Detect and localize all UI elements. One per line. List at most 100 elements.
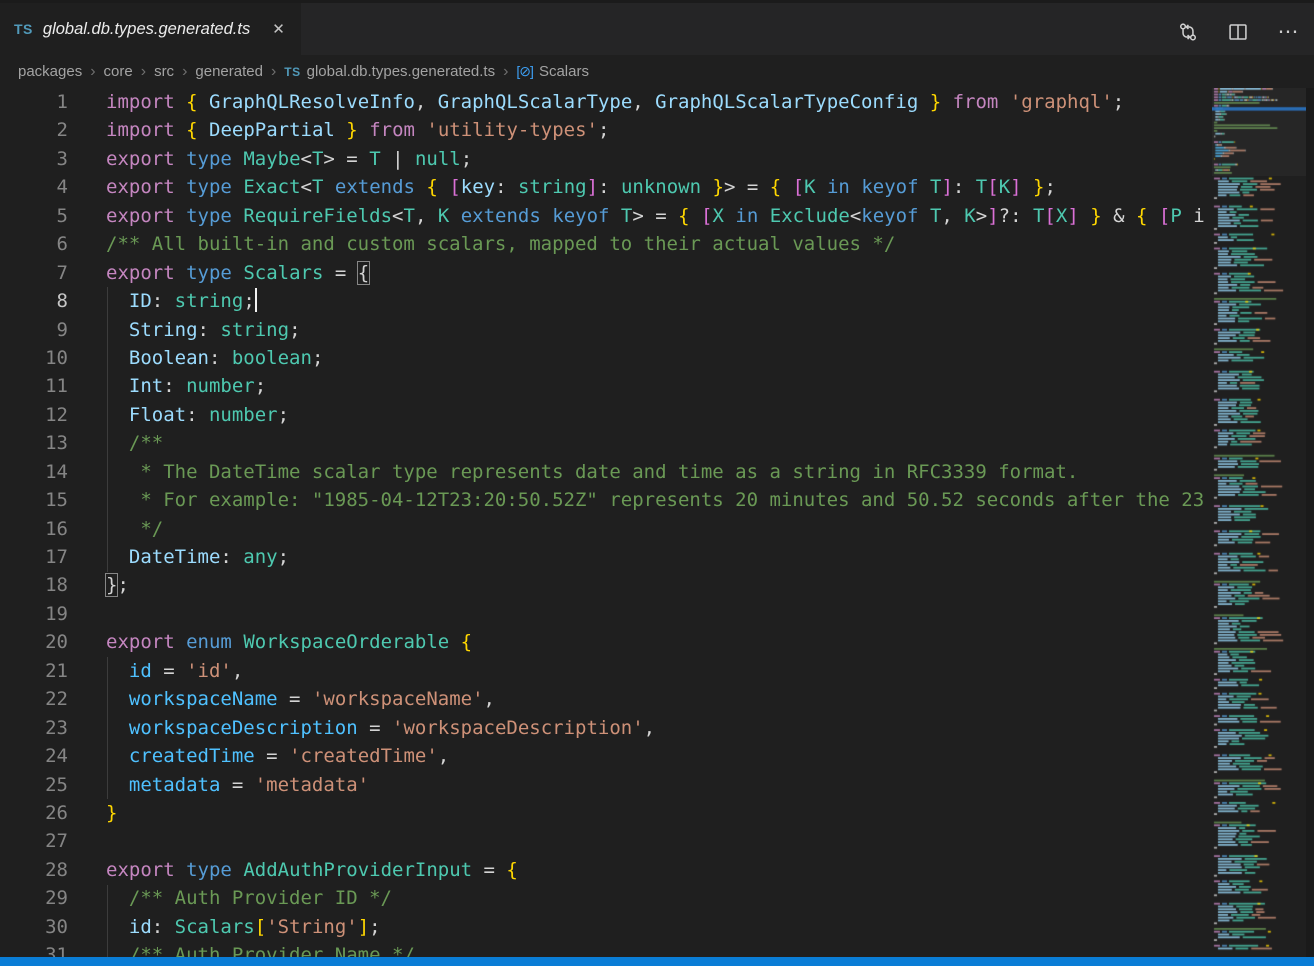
code-line[interactable]: 25 metadata = 'metadata': [0, 771, 1210, 799]
code-line[interactable]: 11 Int: number;: [0, 372, 1210, 400]
code-line[interactable]: 17 DateTime: any;: [0, 543, 1210, 571]
code-line[interactable]: 27: [0, 827, 1210, 855]
line-number: 28: [0, 856, 68, 884]
tab-bar: TS global.db.types.generated.ts ✕: [0, 0, 1314, 55]
code-line-text: /**: [68, 429, 163, 457]
code-line-text: import { DeepPartial } from 'utility-typ…: [68, 116, 609, 144]
code-line-text: [68, 600, 106, 628]
code-line-text: export type RequireFields<T, K extends k…: [68, 202, 1205, 230]
code-line-text: export type Maybe<T> = T | null;: [68, 145, 472, 173]
breadcrumb-item-core[interactable]: core: [104, 63, 133, 80]
line-number: 2: [0, 116, 68, 144]
breadcrumb-label: src: [154, 63, 174, 80]
code-line[interactable]: 22 workspaceName = 'workspaceName',: [0, 685, 1210, 713]
code-line[interactable]: 7export type Scalars = {: [0, 259, 1210, 287]
code-area[interactable]: 1import { GraphQLResolveInfo, GraphQLSca…: [0, 88, 1210, 957]
line-number: 17: [0, 543, 68, 571]
line-number: 8: [0, 287, 68, 315]
overview-ruler[interactable]: [1306, 88, 1314, 957]
code-line[interactable]: 28export type AddAuthProviderInput = {: [0, 856, 1210, 884]
breadcrumb-label: packages: [18, 63, 82, 80]
code-line-text: export type Exact<T extends { [key: stri…: [68, 173, 1056, 201]
breadcrumb-label: core: [104, 63, 133, 80]
code-line-text: createdTime = 'createdTime',: [68, 742, 449, 770]
open-changes-icon[interactable]: [1176, 20, 1200, 44]
code-line[interactable]: 30 id: Scalars['String'];: [0, 913, 1210, 941]
code-line-text: */: [68, 515, 163, 543]
code-line-text: workspaceDescription = 'workspaceDescrip…: [68, 714, 655, 742]
chevron-right-icon: ›: [182, 63, 187, 81]
more-actions-icon[interactable]: ⋯: [1276, 20, 1300, 44]
breadcrumb-label: generated: [195, 63, 263, 80]
line-number: 23: [0, 714, 68, 742]
code-line[interactable]: 16 */: [0, 515, 1210, 543]
line-number: 22: [0, 685, 68, 713]
code-line-text: /** Auth Provider Name */: [68, 941, 415, 957]
breadcrumb-item-global-db-types-generated-ts[interactable]: TSglobal.db.types.generated.ts: [284, 63, 495, 80]
code-line-text: export type AddAuthProviderInput = {: [68, 856, 518, 884]
line-number: 5: [0, 202, 68, 230]
code-line[interactable]: 24 createdTime = 'createdTime',: [0, 742, 1210, 770]
code-line-text: id: Scalars['String'];: [68, 913, 381, 941]
code-line-text: Int: number;: [68, 372, 266, 400]
breadcrumb-item-scalars[interactable]: [⊘]Scalars: [516, 63, 589, 80]
code-line[interactable]: 5export type RequireFields<T, K extends …: [0, 202, 1210, 230]
breadcrumb-item-src[interactable]: src: [154, 63, 174, 80]
line-number: 19: [0, 600, 68, 628]
line-number: 24: [0, 742, 68, 770]
code-line-text: /** Auth Provider ID */: [68, 884, 392, 912]
code-line-text: id = 'id',: [68, 657, 243, 685]
code-line[interactable]: 20export enum WorkspaceOrderable {: [0, 628, 1210, 656]
line-number: 7: [0, 259, 68, 287]
breadcrumb-item-packages[interactable]: packages: [18, 63, 82, 80]
code-line[interactable]: 15 * For example: "1985-04-12T23:20:50.5…: [0, 486, 1210, 514]
code-line-text: ID: string;: [68, 287, 257, 315]
code-line[interactable]: 9 String: string;: [0, 316, 1210, 344]
code-line[interactable]: 14 * The DateTime scalar type represents…: [0, 458, 1210, 486]
code-line[interactable]: 2import { DeepPartial } from 'utility-ty…: [0, 116, 1210, 144]
line-number: 27: [0, 827, 68, 855]
code-line[interactable]: 26}: [0, 799, 1210, 827]
line-number: 14: [0, 458, 68, 486]
breadcrumb-item-generated[interactable]: generated: [195, 63, 263, 80]
line-number: 20: [0, 628, 68, 656]
minimap-slider[interactable]: [1212, 88, 1306, 176]
code-line-text: metadata = 'metadata': [68, 771, 369, 799]
split-editor-icon[interactable]: [1226, 20, 1250, 44]
minimap[interactable]: [1212, 88, 1306, 957]
line-number: 11: [0, 372, 68, 400]
close-icon[interactable]: ✕: [272, 20, 285, 38]
status-bar: [0, 957, 1314, 966]
code-line-text: import { GraphQLResolveInfo, GraphQLScal…: [68, 88, 1124, 116]
line-number: 21: [0, 657, 68, 685]
code-line-text: * For example: "1985-04-12T23:20:50.52Z"…: [68, 486, 1204, 514]
code-line[interactable]: 23 workspaceDescription = 'workspaceDesc…: [0, 714, 1210, 742]
code-line[interactable]: 4export type Exact<T extends { [key: str…: [0, 173, 1210, 201]
editor-pane[interactable]: 1import { GraphQLResolveInfo, GraphQLSca…: [0, 88, 1314, 957]
tab-global-db-types-generated-ts[interactable]: TS global.db.types.generated.ts ✕: [0, 3, 301, 55]
code-line[interactable]: 19: [0, 600, 1210, 628]
breadcrumb: packages›core›src›generated›TSglobal.db.…: [0, 55, 1314, 88]
typescript-icon: TS: [284, 65, 300, 79]
code-line-text: Boolean: boolean;: [68, 344, 323, 372]
code-line[interactable]: 6/** All built-in and custom scalars, ma…: [0, 230, 1210, 258]
code-line[interactable]: 18};: [0, 571, 1210, 599]
code-line-text: };: [68, 571, 129, 599]
code-line-text: DateTime: any;: [68, 543, 289, 571]
line-number: 29: [0, 884, 68, 912]
tab-title: global.db.types.generated.ts: [43, 20, 250, 39]
typescript-file-icon: TS: [14, 21, 33, 37]
code-line[interactable]: 12 Float: number;: [0, 401, 1210, 429]
code-line[interactable]: 21 id = 'id',: [0, 657, 1210, 685]
chevron-right-icon: ›: [271, 63, 276, 81]
code-line[interactable]: 29 /** Auth Provider ID */: [0, 884, 1210, 912]
line-number: 6: [0, 230, 68, 258]
code-line[interactable]: 1import { GraphQLResolveInfo, GraphQLSca…: [0, 88, 1210, 116]
code-line[interactable]: 3export type Maybe<T> = T | null;: [0, 145, 1210, 173]
code-line-text: export enum WorkspaceOrderable {: [68, 628, 472, 656]
code-line[interactable]: 31 /** Auth Provider Name */: [0, 941, 1210, 957]
code-line[interactable]: 8 ID: string;: [0, 287, 1210, 315]
code-line[interactable]: 13 /**: [0, 429, 1210, 457]
code-line[interactable]: 10 Boolean: boolean;: [0, 344, 1210, 372]
breadcrumb-label: Scalars: [539, 63, 589, 80]
